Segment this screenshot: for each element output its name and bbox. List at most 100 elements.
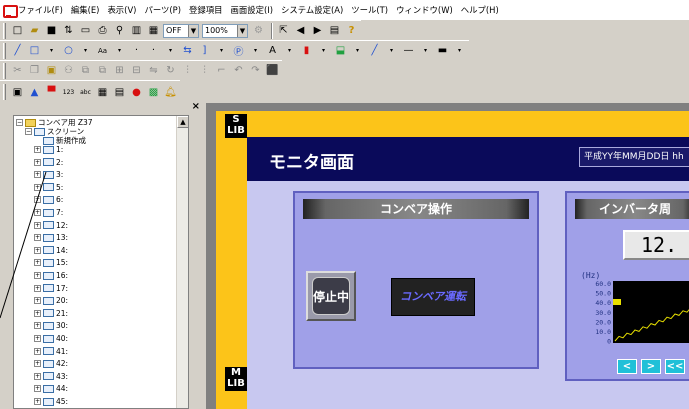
expand-icon[interactable]: + [34,196,41,204]
align-icon[interactable]: ⊞ [112,63,127,78]
expand-icon[interactable]: + [34,322,41,330]
alarm-bell-icon[interactable]: 🔔︎ [163,85,178,100]
tree-screen-item[interactable]: +17: [34,284,68,293]
expand-icon[interactable]: + [34,272,41,279]
tree-screen-item[interactable]: +3: [34,170,63,179]
toolbar-grip[interactable] [3,62,6,79]
library-icon[interactable]: ▥ [129,23,144,38]
menu-screen-settings[interactable]: 画面設定(I) [231,4,274,16]
expand-icon[interactable]: + [34,259,41,267]
expand-icon[interactable]: + [34,335,41,342]
tree-screen-item[interactable]: +42: [34,359,68,368]
bring-front-icon[interactable]: ⧉ [78,63,93,78]
sampling-icon[interactable]: ▩ [146,85,161,100]
tree-screen-item[interactable]: +7: [34,208,63,217]
expand-icon[interactable]: + [34,309,41,317]
distribute-icon[interactable]: ⫶ [197,63,212,78]
expand-icon[interactable]: + [34,209,41,216]
zoom-tool-icon[interactable]: ⚲ [112,23,127,38]
dropdown-arrow-icon[interactable]: ▾ [350,43,365,58]
menu-tools[interactable]: ツール(T) [351,4,388,16]
open-folder-icon[interactable]: ▰ [27,23,42,38]
transfer-icon[interactable]: ⇆ [180,43,195,58]
conveyor-panel[interactable]: コンベア操作 停止中 コンベア運転 [293,191,539,369]
editor-canvas[interactable]: S LIB M LIB モニタ画面 平成YY年MM月DD日 hh コンベア操作 … [202,103,689,409]
toolbar-grip[interactable] [3,84,6,100]
line-icon[interactable]: ╱ [10,43,25,58]
flip-icon[interactable]: ⇋ [146,63,161,78]
font-color-icon[interactable]: A [265,43,280,58]
expand-icon[interactable]: + [34,284,41,292]
group-icon[interactable]: ⚇ [61,63,76,78]
expand-icon[interactable]: + [34,297,41,305]
stop-button[interactable]: 停止中 [306,271,356,321]
alarm-icon[interactable]: ▤ [112,85,127,100]
send-back-icon[interactable]: ⧉ [95,63,110,78]
line-width-icon[interactable]: — [401,43,416,58]
lamp-icon[interactable]: ▀ [44,85,59,100]
conveyor-run-button[interactable]: コンベア運転 [391,278,475,316]
window-icon[interactable]: ▤ [327,23,342,38]
paste-icon[interactable]: ▣ [44,63,59,78]
expand-icon[interactable]: + [34,183,41,191]
menu-system-settings[interactable]: システム設定(A) [281,4,343,16]
dropdown-arrow-icon[interactable]: ▾ [384,43,399,58]
menu-parts[interactable]: パーツ(P) [144,4,181,16]
tree-screen-item[interactable]: +44: [34,384,68,393]
prev-button[interactable]: < [617,359,637,374]
tree-new[interactable]: 新規作成 [43,136,86,145]
expand-icon[interactable]: + [34,146,41,153]
tree-screen-item[interactable]: +16: [34,271,68,280]
tree-screen-item[interactable]: +1: [34,145,63,154]
tree-screen-item[interactable]: +45: [34,397,68,406]
numeric-input-icon[interactable]: abc [78,85,93,100]
page-back-button[interactable]: << [665,359,685,374]
text-tool-icon[interactable]: Aa [95,43,110,58]
dropdown-arrow-icon[interactable]: ▾ [112,43,127,58]
expand-icon[interactable]: + [34,221,41,229]
zoom-select[interactable]: 100% ▼ [202,23,248,38]
tree-root[interactable]: − コンベア用 Z37 [16,118,93,127]
expand-icon[interactable]: + [34,372,41,380]
dropdown-arrow-icon[interactable]: ▾ [44,43,59,58]
format-icon[interactable]: ⌐ [214,63,229,78]
grid-select[interactable]: OFF ▼ [163,23,199,38]
circle-icon[interactable]: ○ [61,43,76,58]
rotate-icon[interactable]: ↻ [163,63,178,78]
tree-screen-item[interactable]: +12: [34,221,68,230]
expand-icon[interactable]: + [34,246,41,254]
tree-screen-item[interactable]: +2: [34,158,63,167]
cut-icon[interactable]: ✂ [10,63,25,78]
fill-color-icon[interactable]: ⬓ [333,43,348,58]
tree-screen-item[interactable]: +20: [34,296,68,305]
scroll-up-icon[interactable]: ▲ [177,116,188,128]
dot-icon[interactable]: · [146,43,161,58]
monitor-icon[interactable]: ▭ [78,23,93,38]
next-button[interactable]: > [641,359,661,374]
screen-icon[interactable]: ▣ [10,85,25,100]
line-style-icon[interactable]: ╱ [367,43,382,58]
dropdown-arrow-icon[interactable]: ▾ [316,43,331,58]
record-icon[interactable]: ● [129,85,144,100]
pointer-icon[interactable]: ⇱ [276,23,291,38]
tree-screen-item[interactable]: +5: [34,183,63,192]
dropdown-arrow-icon[interactable]: ▾ [418,43,433,58]
tree-screen-item[interactable]: +40: [34,334,68,343]
tree-screen-item[interactable]: +41: [34,347,68,356]
expand-icon[interactable]: + [34,398,41,405]
redo-icon[interactable]: ↷ [248,63,263,78]
fill-pattern-icon[interactable]: ▬ [435,43,450,58]
undo-icon[interactable]: ↶ [231,63,246,78]
brush-icon[interactable]: ⚙ [251,23,266,38]
dot-icon[interactable]: · [129,43,144,58]
save-icon[interactable]: ■ [44,23,59,38]
tree-screen-item[interactable]: +14: [34,246,68,255]
tree-screen-item[interactable]: +13: [34,233,68,242]
print-icon[interactable]: ⎙ [95,23,110,38]
transfer-icon[interactable]: ⇅ [61,23,76,38]
distribute-icon[interactable]: ⫶ [180,63,195,78]
select-icon[interactable]: ⬛ [265,63,280,78]
dropdown-arrow-icon[interactable]: ▾ [214,43,229,58]
tree-screens[interactable]: − スクリーン [25,127,84,136]
tree-screen-item[interactable]: +21: [34,309,68,318]
